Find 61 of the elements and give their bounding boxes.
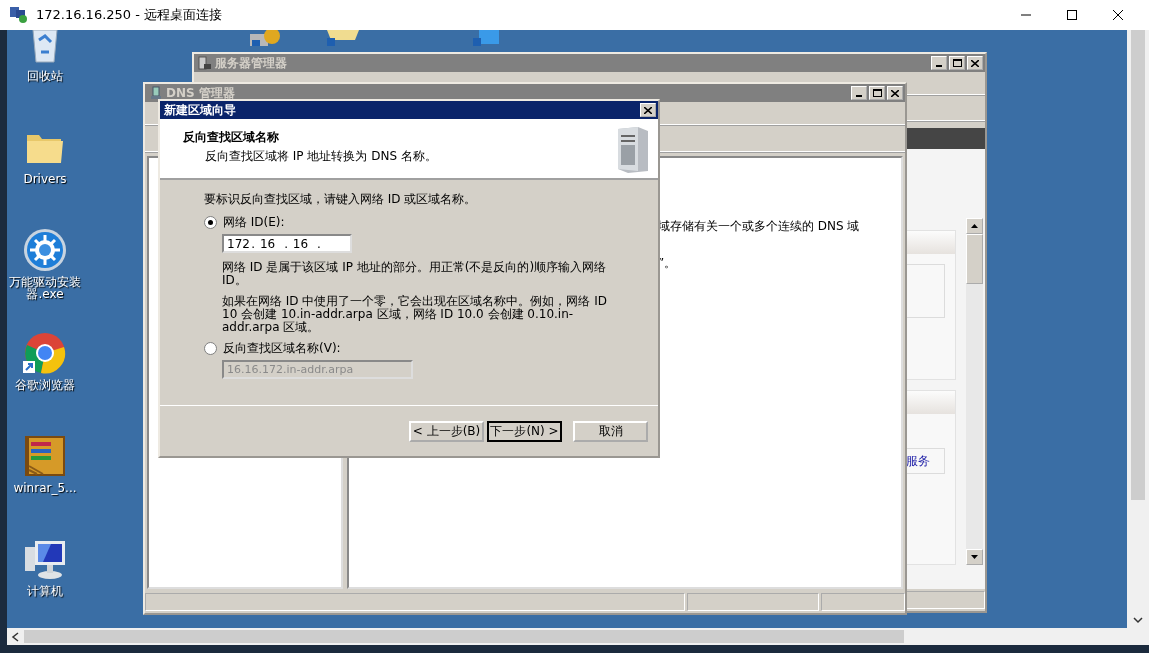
gear-icon [23,228,67,272]
icon-label: 回收站 [26,70,64,82]
shortcut-icon [325,30,359,46]
window-title: DNS 管理器 [166,84,236,102]
hint-text: 网络 ID 是属于该区域 IP 地址的部分。用正常(不是反向的)顺序输入网络 ID。 [222,261,608,287]
icon-label: winrar_5... [12,482,78,494]
wizard-button[interactable]: 下一步(N) > [487,420,562,442]
description-text: 域存储有关一个或多个连续的 DNS 域 [658,218,861,235]
dialog-title: 新建区域向导 [164,101,237,119]
ip-octet: 16 [258,236,277,251]
maximize-icon [952,59,962,67]
maximize-icon [872,89,882,97]
page-heading: 反向查找区域名称 [183,129,280,146]
hint-text: 如果在网络 ID 中使用了一个零，它会出现在区域名称中。例如，网络 ID 10 会创建 10.in-addr.arpa 区域，网络 ID 10.0 会创建 0.10.in-addr.arpa 区域。 [222,295,608,334]
icon-label: Drivers [22,173,68,185]
scroll-up-button[interactable] [966,218,983,234]
radio-button[interactable] [204,216,217,229]
window-title: 172.16.16.250 - 远程桌面连接 [36,6,224,24]
archive-icon [23,434,67,478]
maximize-button[interactable] [869,86,885,100]
instruction-text: 要标识反向查找区域，请键入网络 ID 或区域名称。 [204,191,478,208]
ip-octet: 172 [226,236,251,251]
ip-address-field[interactable]: 172. 16 . 16 . [222,234,352,253]
shortcut-icon [473,30,499,46]
close-button[interactable] [640,103,656,117]
chevron-down-icon[interactable] [1133,616,1143,624]
separator-dot: . [284,236,290,251]
arrow-up-icon [971,224,978,228]
services-link[interactable]: 服务 [906,452,930,470]
scroll-thumb[interactable] [1131,30,1145,500]
arrow-down-icon [971,555,978,559]
close-icon [1113,10,1123,20]
shortcut-icon [250,30,282,46]
scroll-thumb[interactable] [966,234,983,284]
maximize-button[interactable] [949,56,965,70]
close-button[interactable] [967,56,983,70]
ip-octet: 16 [291,236,310,251]
page-subheading: 反向查找区域将 IP 地址转换为 DNS 名称。 [205,148,438,165]
maximize-icon [1067,10,1077,20]
dns-icon [149,86,163,100]
remote-desktop-icon [10,7,28,23]
icon-label: 计算机 [26,585,64,597]
separator-dot: . [317,236,322,251]
server-icon [198,56,212,70]
scroll-down-button[interactable] [966,549,983,565]
wizard-button[interactable]: 取消 [573,420,648,442]
wizard-button[interactable]: < 上一步(B) [409,420,484,442]
window-title: 服务器管理器 [215,54,288,72]
scroll-thumb[interactable] [24,630,904,643]
browser-icon [23,331,67,375]
radio-label: 反向查找区域名称(V): [223,340,341,357]
separator-dot: . [251,236,257,251]
close-icon [971,59,979,67]
icon-label: 万能驱动安装器.exe [8,276,82,300]
close-icon [644,106,652,114]
close-button[interactable] [887,86,903,100]
radio-label: 网络 ID(E): [223,214,285,231]
icon-label: 谷歌浏览器 [14,379,76,391]
minimize-button[interactable] [851,86,867,100]
minimize-button[interactable] [931,56,947,70]
close-icon [891,89,899,97]
